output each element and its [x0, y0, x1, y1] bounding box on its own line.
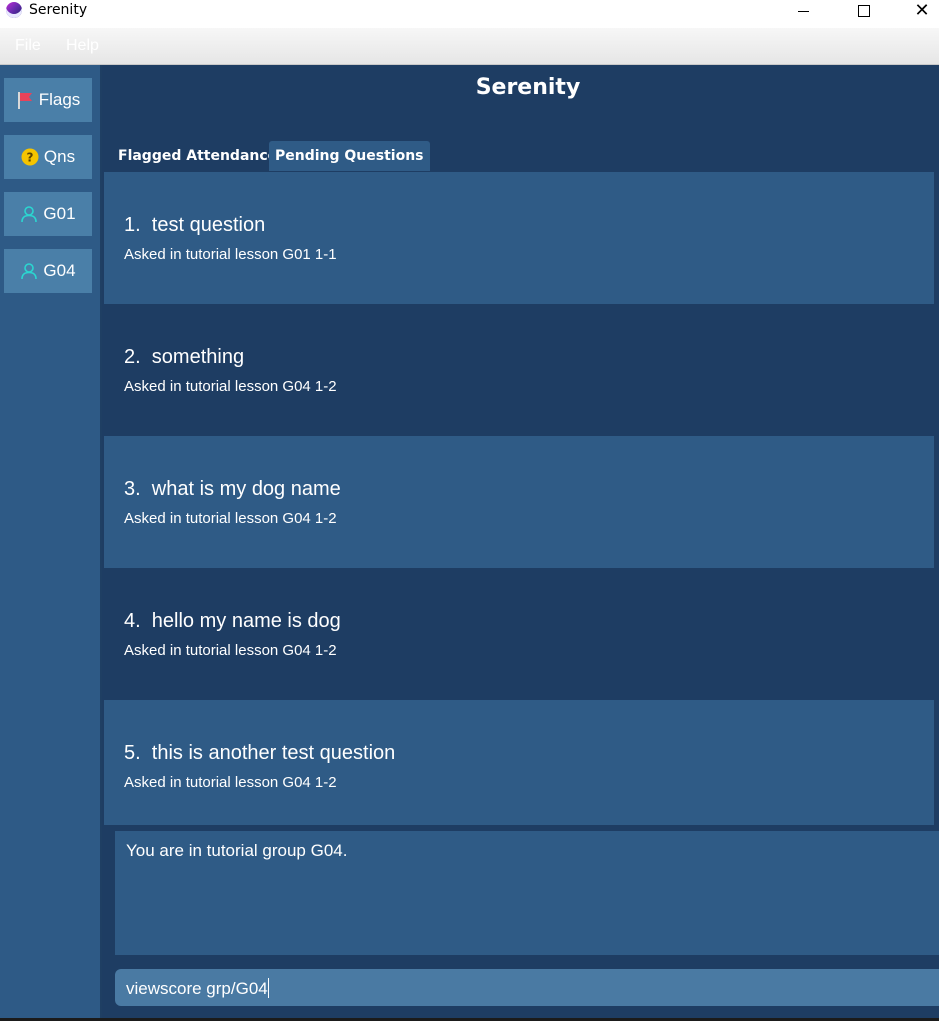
sidebar-item-qns[interactable]: ? Qns [4, 135, 92, 179]
question-title: 4. hello my name is dog [124, 610, 341, 632]
question-subtitle: Asked in tutorial lesson G01 1-1 [124, 246, 337, 263]
result-text: You are in tutorial group G04. [126, 841, 348, 860]
list-item[interactable]: 2. something Asked in tutorial lesson G0… [104, 304, 934, 436]
question-subtitle: Asked in tutorial lesson G04 1-2 [124, 378, 337, 395]
person-icon [21, 263, 38, 280]
serenity-app-icon [6, 2, 22, 18]
question-subtitle: Asked in tutorial lesson G04 1-2 [124, 510, 337, 527]
page-title: Serenity [475, 75, 581, 100]
question-title: 3. what is my dog name [124, 478, 341, 500]
maximize-button[interactable] [841, 0, 887, 22]
sidebar-item-g01[interactable]: G01 [4, 192, 92, 236]
question-title: 1. test question [124, 214, 266, 236]
list-item[interactable]: 5. this is another test question Asked i… [104, 700, 934, 825]
menu-file[interactable]: File [15, 37, 41, 55]
sidebar: Flags ? Qns G01 G04 [0, 65, 102, 1021]
list-item[interactable]: 4. hello my name is dog Asked in tutoria… [104, 568, 934, 700]
question-icon: ? [21, 148, 39, 166]
sidebar-item-label: Flags [38, 90, 81, 109]
sidebar-item-label: G04 [43, 261, 76, 280]
command-input[interactable]: viewscore grp/G04 [115, 969, 939, 1006]
main-panel: Serenity Flagged Attendance Pending Ques… [102, 65, 939, 1021]
question-title: 2. something [124, 346, 245, 368]
tab-pending-questions[interactable]: Pending Questions [269, 141, 430, 171]
list-item[interactable]: 3. what is my dog name Asked in tutorial… [104, 436, 934, 568]
sidebar-item-flags[interactable]: Flags [4, 78, 92, 122]
person-icon [21, 206, 38, 223]
title-bar: Serenity ✕ [0, 0, 939, 28]
tab-flagged-attendance[interactable]: Flagged Attendance [112, 141, 283, 171]
minimize-icon [797, 10, 809, 12]
menu-bar: File Help [0, 28, 939, 65]
sidebar-item-g04[interactable]: G04 [4, 249, 92, 293]
maximize-icon [858, 5, 870, 17]
close-icon: ✕ [914, 0, 930, 21]
window-title: Serenity [29, 2, 88, 18]
command-text: viewscore grp/G04 [126, 979, 268, 998]
sidebar-item-label: G01 [43, 204, 76, 223]
text-caret [267, 978, 269, 998]
question-subtitle: Asked in tutorial lesson G04 1-2 [124, 642, 337, 659]
svg-text:?: ? [26, 151, 33, 165]
pending-questions-list: 1. test question Asked in tutorial lesso… [104, 172, 934, 825]
result-display: You are in tutorial group G04. [115, 831, 939, 955]
sidebar-item-label: Qns [43, 147, 76, 166]
close-button[interactable]: ✕ [899, 0, 939, 22]
question-subtitle: Asked in tutorial lesson G04 1-2 [124, 774, 337, 791]
list-scrollbar[interactable] [934, 172, 939, 825]
minimize-button[interactable] [780, 0, 826, 22]
question-title: 5. this is another test question [124, 742, 396, 764]
list-item[interactable]: 1. test question Asked in tutorial lesso… [104, 172, 934, 304]
command-input-value: viewscore grp/G04 [126, 978, 269, 999]
menu-help[interactable]: Help [66, 37, 99, 55]
flag-icon [17, 92, 32, 109]
